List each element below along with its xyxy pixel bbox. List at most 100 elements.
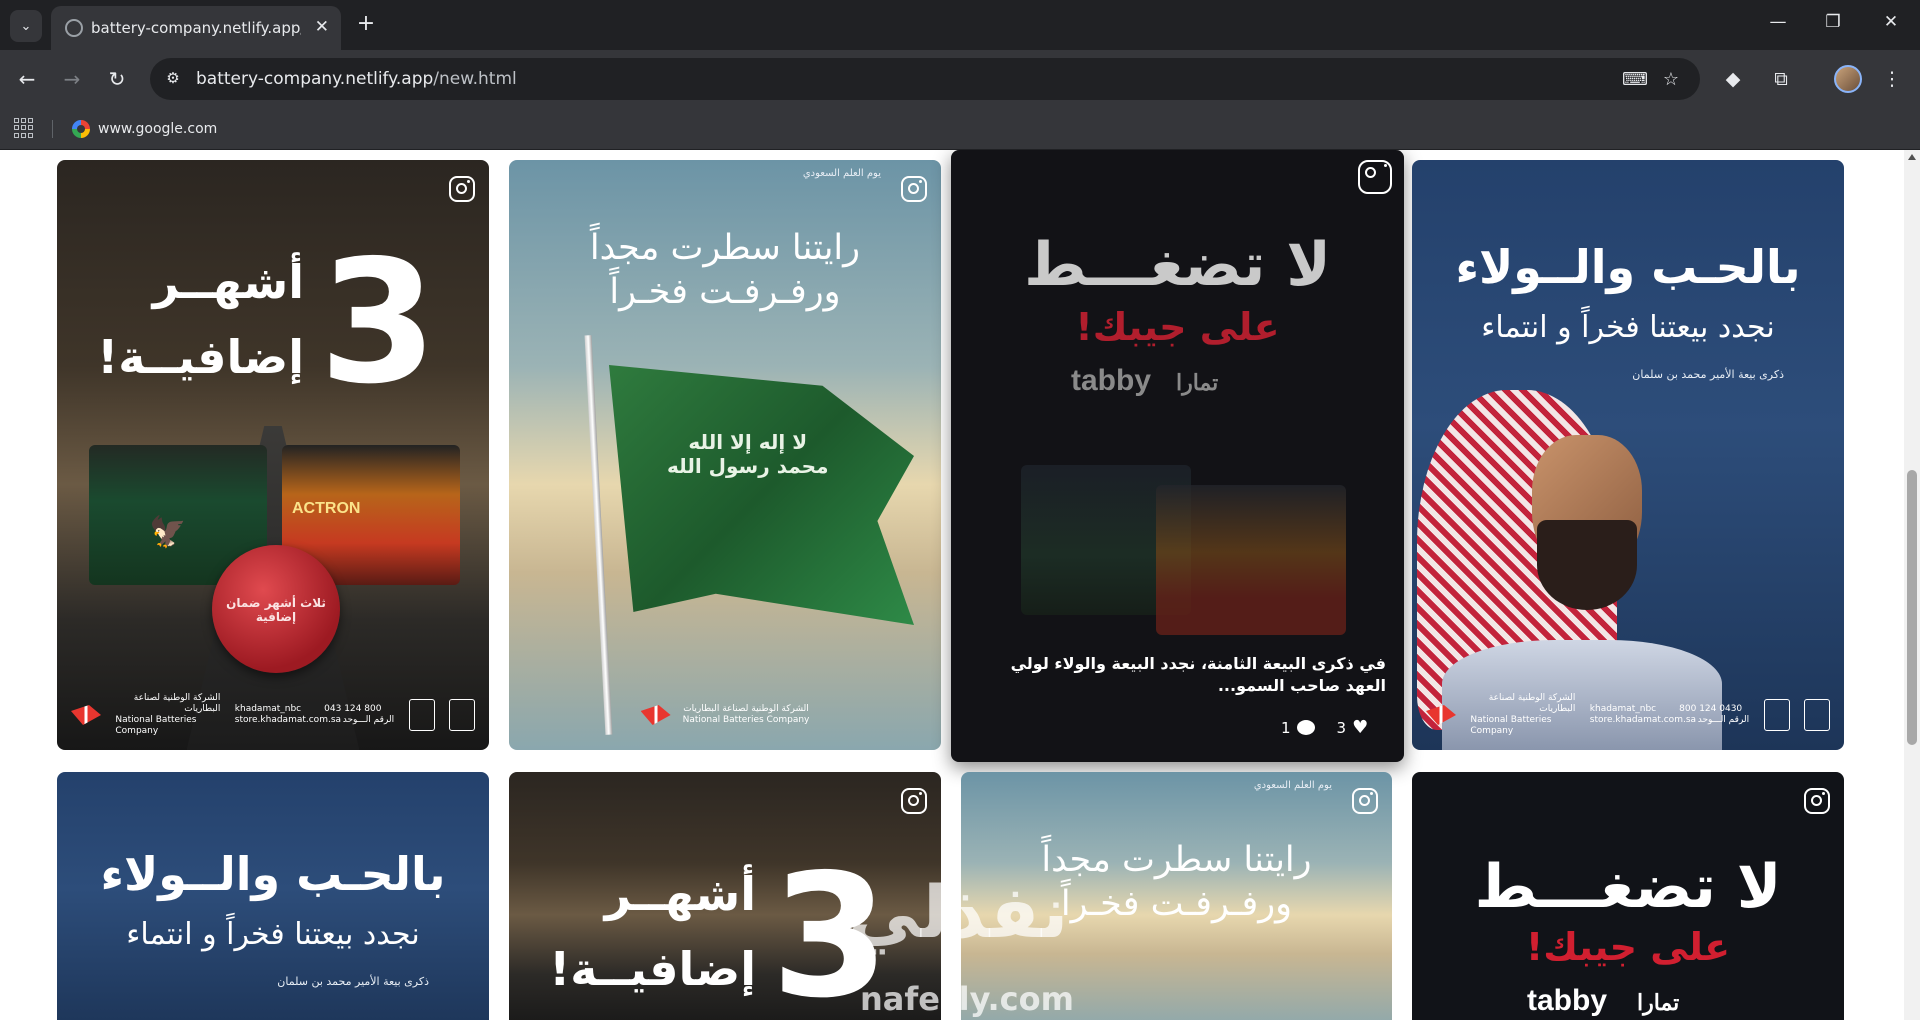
tabby-logo: tabby bbox=[1527, 984, 1608, 1017]
footer-phone: 800 124 0430 bbox=[1679, 704, 1743, 715]
instagram-post-allegiance[interactable]: بالحـب والــولاء نجدد بيعتنا فخراً و انت… bbox=[57, 772, 489, 1020]
tabby-logo: tabby bbox=[1071, 364, 1152, 397]
back-button[interactable]: ← bbox=[12, 64, 42, 94]
saso-icon bbox=[1803, 699, 1830, 731]
reload-button[interactable]: ↻ bbox=[102, 64, 132, 94]
footer-company-ar: الشركة الوطنية لصناعة البطاريات bbox=[133, 693, 221, 715]
post-footer: الشركة الوطنية لصناعة البطاريات National… bbox=[71, 693, 475, 736]
more-menu-icon[interactable]: ⋮ bbox=[1877, 64, 1907, 94]
post-footer: الشركة الوطنية لصناعة البطاريات National… bbox=[1426, 693, 1830, 736]
watermark-arabic: نفذلي bbox=[848, 870, 1069, 954]
post-headline-2: على جيبك! bbox=[1525, 925, 1731, 969]
star-icon[interactable]: ☆ bbox=[1659, 68, 1683, 92]
site-info-icon[interactable]: ⚙ bbox=[162, 67, 184, 89]
eagle-icon: 🦅 bbox=[149, 516, 187, 549]
instagram-icon bbox=[449, 176, 475, 202]
instagram-icon bbox=[1358, 160, 1392, 194]
close-tab-button[interactable]: ✕ bbox=[315, 17, 329, 37]
active-tab[interactable]: battery-company.netlify.app/ne ✕ bbox=[51, 6, 341, 50]
tab-search-button[interactable]: ⌄ bbox=[10, 10, 42, 42]
instagram-post-three-months[interactable]: 3 أشهــر إضافيــة! 🦅 ACTRON ثلاث أشهر ضم… bbox=[57, 160, 489, 750]
close-icon: ✕ bbox=[314, 17, 329, 37]
scrollbar-thumb[interactable] bbox=[1907, 470, 1917, 745]
puzzle-icon[interactable]: ⧉ bbox=[1766, 64, 1796, 94]
post-stats: 1 3 ♥ bbox=[1281, 717, 1368, 738]
tab-title: battery-company.netlify.app/ne bbox=[91, 19, 301, 37]
footer-company-en: National Batteries Company bbox=[1470, 715, 1552, 736]
footer-site: store.khadamat.com.sa bbox=[234, 715, 342, 725]
address-bar[interactable]: ⚙ battery-company.netlify.app/new.html ⌨… bbox=[150, 58, 1700, 100]
saudi-flag-image: لا إله إلا الله محمد رسول الله bbox=[609, 365, 914, 625]
footer-unified: الرقم الـــوحد bbox=[1697, 715, 1750, 725]
comment-count-value: 1 bbox=[1281, 718, 1291, 737]
apps-grid-icon[interactable] bbox=[14, 118, 34, 138]
post-headline-2: إضافيــة! bbox=[97, 330, 304, 384]
watermark-url: nafezly.com bbox=[860, 980, 1074, 1018]
post-caption: في ذكرى البيعة الثامنة، نجدد البيعة والو… bbox=[1010, 654, 1386, 695]
post-headline-2: ورفـرفـت فخـراً bbox=[609, 272, 841, 312]
footer-site: store.khadamat.com.sa bbox=[1589, 715, 1697, 725]
page-viewport: 3 أشهــر إضافيــة! 🦅 ACTRON ثلاث أشهر ضم… bbox=[0, 150, 1920, 1020]
bookmark-google[interactable]: www.google.com bbox=[72, 116, 217, 142]
battery-brand: ACTRON bbox=[292, 500, 361, 517]
footer-handle: khadamat_nbc bbox=[234, 704, 302, 715]
translate-icon[interactable]: ⌨ bbox=[1622, 68, 1648, 92]
battery-image bbox=[1156, 485, 1346, 635]
saudi-made-icon bbox=[1763, 699, 1790, 731]
big-number: 3 bbox=[319, 224, 438, 422]
post-headline-2: إضافيــة! bbox=[549, 942, 756, 996]
reload-icon: ↻ bbox=[108, 67, 126, 91]
instagram-post-tabby[interactable]: لا تضغـــط على جيبك! tabby تمارا في ذكرى… bbox=[951, 150, 1404, 762]
bookmarks-bar: www.google.com bbox=[0, 108, 1920, 150]
globe-icon bbox=[65, 19, 83, 37]
forward-button[interactable]: → bbox=[57, 64, 87, 94]
post-headline-2: نجدد بيعتنا فخراً و انتماء bbox=[1481, 310, 1775, 345]
footer-handle: khadamat_nbc bbox=[1589, 704, 1657, 715]
footer-company-ar: الشركة الوطنية لصناعة البطاريات bbox=[683, 703, 809, 714]
post-headline-2: على جيبك! bbox=[1075, 305, 1280, 349]
footer-phone: 043 124 800 bbox=[324, 704, 382, 715]
url-host: battery-company.netlify.app bbox=[196, 69, 434, 89]
extension-icon[interactable]: ◆ bbox=[1718, 64, 1748, 94]
like-count-value: 3 bbox=[1336, 718, 1347, 737]
instagram-post-flag[interactable]: يوم العلم السعودي رايتنا سطرت مجداً ورفـ… bbox=[509, 160, 941, 750]
post-subline: ذكرى بيعة الأمير محمد بن سلمان bbox=[277, 975, 429, 988]
post-headline-1: بالحـب والــولاء bbox=[1455, 240, 1801, 294]
flag-text: لا إله إلا الله محمد رسول الله bbox=[667, 430, 829, 478]
footer-unified: الرقم الـــوحد bbox=[342, 715, 395, 725]
flag-pole bbox=[584, 335, 613, 735]
post-headline-2: نجدد بيعتنا فخراً و انتماء bbox=[126, 917, 420, 952]
instagram-icon bbox=[1352, 788, 1378, 814]
like-count: 3 ♥ bbox=[1337, 717, 1369, 738]
browser-toolbar: ← → ↻ ⚙ battery-company.netlify.app/new.… bbox=[0, 50, 1920, 108]
post-headline-1: لا تضغـــط bbox=[1474, 852, 1782, 922]
comment-icon bbox=[1296, 720, 1315, 735]
chevron-down-icon: ⌄ bbox=[20, 18, 32, 34]
close-window-button[interactable]: ✕ bbox=[1871, 12, 1911, 32]
comment-count: 1 bbox=[1281, 719, 1315, 737]
plus-icon: + bbox=[356, 11, 376, 36]
arrow-right-icon: → bbox=[63, 67, 81, 91]
minimize-button[interactable]: — bbox=[1758, 12, 1798, 32]
scroll-up-icon[interactable] bbox=[1908, 154, 1916, 160]
instagram-post-tabby[interactable]: لا تضغـــط على جيبك! tabby تمارا bbox=[1412, 772, 1844, 1020]
url-path: /new.html bbox=[433, 69, 517, 89]
url-text[interactable]: battery-company.netlify.app/new.html bbox=[196, 69, 517, 89]
new-tab-button[interactable]: + bbox=[352, 10, 380, 38]
post-headline-1: رايتنا سطرت مجداً bbox=[589, 228, 861, 268]
post-headline-1: أشهــر bbox=[152, 255, 304, 309]
seal-text: ثلاث أشهر ضمان إضافية bbox=[226, 596, 326, 625]
post-top-tag: يوم العلم السعودي bbox=[802, 168, 881, 179]
arrow-left-icon: ← bbox=[18, 67, 36, 91]
instagram-post-allegiance[interactable]: بالحـب والــولاء نجدد بيعتنا فخراً و انت… bbox=[1412, 160, 1844, 750]
nbc-logo-icon bbox=[640, 705, 671, 725]
profile-avatar[interactable] bbox=[1834, 65, 1862, 93]
footer-company-en: National Batteries Company bbox=[682, 715, 810, 725]
warranty-seal: ثلاث أشهر ضمان إضافية bbox=[212, 545, 340, 673]
instagram-icon bbox=[1804, 788, 1830, 814]
post-headline-1: لا تضغـــط bbox=[1024, 230, 1331, 300]
restore-button[interactable]: ❐ bbox=[1813, 12, 1853, 32]
tamara-logo: تمارا bbox=[1637, 990, 1680, 1015]
page-scrollbar[interactable] bbox=[1904, 150, 1920, 1020]
google-icon bbox=[72, 120, 90, 138]
